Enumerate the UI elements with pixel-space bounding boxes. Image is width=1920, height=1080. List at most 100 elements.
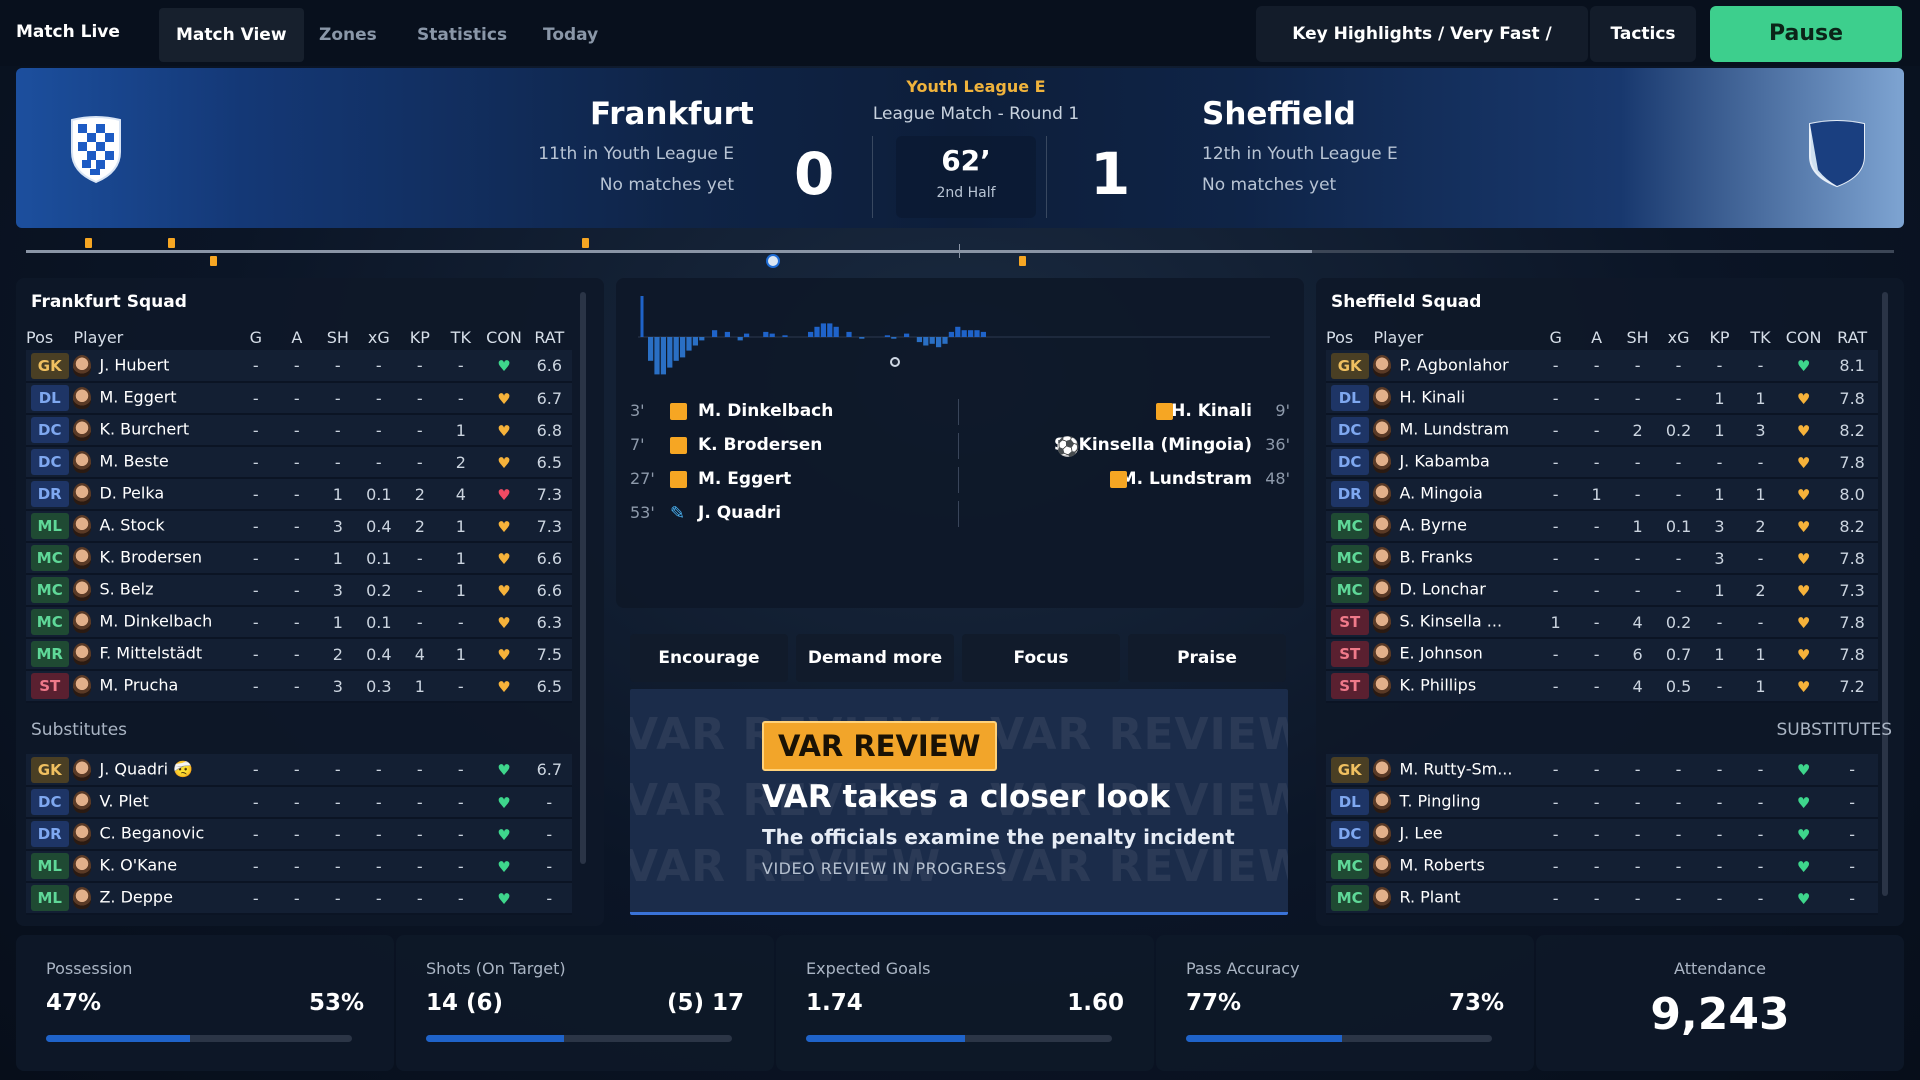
away_squad-column-header[interactable]: SH bbox=[1617, 324, 1658, 350]
event-player[interactable]: M. Eggert bbox=[698, 469, 791, 489]
home_squad-column-header[interactable]: RAT bbox=[527, 324, 572, 350]
player-name[interactable]: M. Roberts bbox=[1399, 856, 1484, 875]
player-row[interactable]: GK J. Hubert - - - - - - ♥ 6.6 bbox=[26, 350, 572, 383]
player-row[interactable]: MC S. Belz - -3 0.2-1 ♥ 6.6 bbox=[26, 574, 572, 607]
tab-statistics[interactable]: Statistics bbox=[400, 8, 524, 62]
player-row[interactable]: ST S. Kinsella ... 1-4 0.2- - ♥ 7.8 bbox=[1326, 606, 1878, 639]
shout-demand-more-button[interactable]: Demand more bbox=[796, 634, 954, 682]
player-row[interactable]: DC M. Beste - - - - -2 ♥ 6.5 bbox=[26, 446, 572, 479]
tactics-button[interactable]: Tactics bbox=[1590, 6, 1696, 62]
player-name[interactable]: M. Dinkelbach bbox=[99, 612, 212, 631]
player-name[interactable]: C. Beganovic bbox=[99, 824, 204, 843]
player-name[interactable]: J. Quadri bbox=[99, 759, 168, 778]
player-row[interactable]: DC J. Kabamba - - - - - - ♥ 7.8 bbox=[1326, 446, 1878, 479]
timeline-event-marker[interactable] bbox=[210, 256, 217, 266]
highlights-speed-button[interactable]: Key Highlights / Very Fast / Normal bbox=[1256, 6, 1588, 100]
away_squad-column-header[interactable]: Pos bbox=[1326, 324, 1373, 350]
player-name[interactable]: A. Stock bbox=[99, 516, 164, 535]
player-row[interactable]: GK P. Agbonlahor - - - - - - ♥ 8.1 bbox=[1326, 350, 1878, 383]
event-player[interactable]: M. Dinkelbach bbox=[698, 401, 833, 421]
shout-praise-button[interactable]: Praise bbox=[1128, 634, 1286, 682]
player-row[interactable]: ML K. O'Kane - - - - - - ♥ - bbox=[26, 850, 572, 883]
player-row[interactable]: ML Z. Deppe - - - - - - ♥ - bbox=[26, 882, 572, 915]
player-row[interactable]: DL T. Pingling - - - - - - ♥ - bbox=[1326, 786, 1878, 819]
away_squad-column-header[interactable]: KP bbox=[1699, 324, 1740, 350]
away_squad-column-header[interactable]: CON bbox=[1781, 324, 1826, 350]
player-name[interactable]: T. Pingling bbox=[1399, 792, 1480, 811]
tab-today[interactable]: Today bbox=[526, 8, 615, 62]
player-name[interactable]: V. Plet bbox=[99, 792, 148, 811]
player-name[interactable]: Z. Deppe bbox=[99, 888, 172, 907]
player-row[interactable]: ST K. Phillips - -4 0.5-1 ♥ 7.2 bbox=[1326, 670, 1878, 703]
player-row[interactable]: DC M. Lundstram - -2 0.2 1 3 ♥ 8.2 bbox=[1326, 414, 1878, 447]
player-row[interactable]: GK M. Rutty-Sm... - - - - - - ♥ - bbox=[1326, 754, 1878, 787]
player-name[interactable]: K. O'Kane bbox=[99, 856, 177, 875]
timeline-event-marker[interactable] bbox=[168, 238, 175, 248]
home_squad-column-header[interactable]: Pos bbox=[26, 324, 73, 350]
event-player[interactable]: H. Kinali bbox=[1171, 401, 1252, 421]
player-row[interactable]: ML A. Stock - -3 0.4 2 1 ♥ 7.3 bbox=[26, 510, 572, 543]
player-name[interactable]: B. Franks bbox=[1399, 548, 1472, 567]
player-row[interactable]: DL M. Eggert - - - - - - ♥ 6.7 bbox=[26, 382, 572, 415]
player-name[interactable]: K. Phillips bbox=[1399, 676, 1476, 695]
pause-button[interactable]: Pause bbox=[1710, 6, 1902, 62]
event-player[interactable]: S. Kinsella (Mingoia) bbox=[1054, 435, 1252, 455]
shout-encourage-button[interactable]: Encourage bbox=[630, 634, 788, 682]
player-row[interactable]: DC V. Plet - - - - - - ♥ - bbox=[26, 786, 572, 819]
player-name[interactable]: M. Lundstram bbox=[1399, 420, 1509, 439]
timeline-event-marker[interactable] bbox=[1019, 256, 1026, 266]
player-row[interactable]: MC A. Byrne - -1 0.1 3 2 ♥ 8.2 bbox=[1326, 510, 1878, 543]
player-name[interactable]: A. Mingoia bbox=[1399, 484, 1482, 503]
shout-focus-button[interactable]: Focus bbox=[962, 634, 1120, 682]
player-name[interactable]: H. Kinali bbox=[1399, 388, 1465, 407]
player-row[interactable]: MC K. Brodersen - -1 0.1-1 ♥ 6.6 bbox=[26, 542, 572, 575]
player-name[interactable]: A. Byrne bbox=[1399, 516, 1467, 535]
player-row[interactable]: ST M. Prucha - -3 0.3 1- ♥ 6.5 bbox=[26, 670, 572, 703]
away_squad-column-header[interactable]: RAT bbox=[1826, 324, 1878, 350]
tab-match-view[interactable]: Match View bbox=[159, 8, 304, 62]
away_squad-column-header[interactable]: Player bbox=[1373, 324, 1535, 350]
home-squad-scrollbar[interactable] bbox=[580, 292, 586, 864]
player-name[interactable]: M. Rutty-Sm... bbox=[1399, 759, 1512, 778]
player-row[interactable]: MC M. Dinkelbach - -1 0.1- - ♥ 6.3 bbox=[26, 606, 572, 639]
away_squad-column-header[interactable]: G bbox=[1535, 324, 1576, 350]
home_squad-column-header[interactable]: KP bbox=[399, 324, 440, 350]
timeline-playhead[interactable] bbox=[766, 254, 780, 268]
player-row[interactable]: MC R. Plant - - - - - - ♥ - bbox=[1326, 882, 1878, 915]
event-player[interactable]: K. Brodersen bbox=[698, 435, 822, 455]
match-timeline[interactable] bbox=[26, 250, 1894, 253]
timeline-event-marker[interactable] bbox=[85, 238, 92, 248]
player-name[interactable]: K. Burchert bbox=[99, 420, 189, 439]
home_squad-column-header[interactable]: xG bbox=[358, 324, 399, 350]
player-row[interactable]: DR D. Pelka - -1 0.1 2 4 ♥ 7.3 bbox=[26, 478, 572, 511]
home_squad-column-header[interactable]: TK bbox=[440, 324, 481, 350]
player-row[interactable]: DR C. Beganovic - - - - - - ♥ - bbox=[26, 818, 572, 851]
player-row[interactable]: GK J. Quadri 🤕 - - - - - - ♥ 6.7 bbox=[26, 754, 572, 787]
away_squad-column-header[interactable]: A bbox=[1576, 324, 1617, 350]
player-name[interactable]: J. Kabamba bbox=[1399, 452, 1489, 471]
player-name[interactable]: K. Brodersen bbox=[99, 548, 202, 567]
momentum-playhead[interactable] bbox=[890, 357, 900, 367]
home_squad-column-header[interactable]: A bbox=[276, 324, 317, 350]
player-row[interactable]: ST E. Johnson - -6 0.7 1 1 ♥ 7.8 bbox=[1326, 638, 1878, 671]
away_squad-column-header[interactable]: TK bbox=[1740, 324, 1781, 350]
player-name[interactable]: D. Pelka bbox=[99, 484, 164, 503]
player-name[interactable]: S. Kinsella ... bbox=[1399, 612, 1502, 631]
player-name[interactable]: R. Plant bbox=[1399, 888, 1460, 907]
timeline-event-marker[interactable] bbox=[582, 238, 589, 248]
home_squad-column-header[interactable]: CON bbox=[481, 324, 526, 350]
player-row[interactable]: DR A. Mingoia -1- -1 1 ♥ 8.0 bbox=[1326, 478, 1878, 511]
event-player[interactable]: J. Quadri bbox=[698, 503, 781, 523]
home_squad-column-header[interactable]: SH bbox=[317, 324, 358, 350]
player-row[interactable]: DC J. Lee - - - - - - ♥ - bbox=[1326, 818, 1878, 851]
player-row[interactable]: DC K. Burchert - - - - -1 ♥ 6.8 bbox=[26, 414, 572, 447]
player-row[interactable]: MR F. Mittelstädt - -2 0.4 4 1 ♥ 7.5 bbox=[26, 638, 572, 671]
player-name[interactable]: J. Lee bbox=[1399, 824, 1442, 843]
player-row[interactable]: MC M. Roberts - - - - - - ♥ - bbox=[1326, 850, 1878, 883]
player-row[interactable]: MC B. Franks - - - -3- ♥ 7.8 bbox=[1326, 542, 1878, 575]
player-name[interactable]: P. Agbonlahor bbox=[1399, 355, 1508, 374]
tab-zones[interactable]: Zones bbox=[302, 8, 394, 62]
player-name[interactable]: M. Eggert bbox=[99, 388, 176, 407]
player-row[interactable]: DL H. Kinali - - - -1 1 ♥ 7.8 bbox=[1326, 382, 1878, 415]
home_squad-column-header[interactable]: Player bbox=[73, 324, 235, 350]
